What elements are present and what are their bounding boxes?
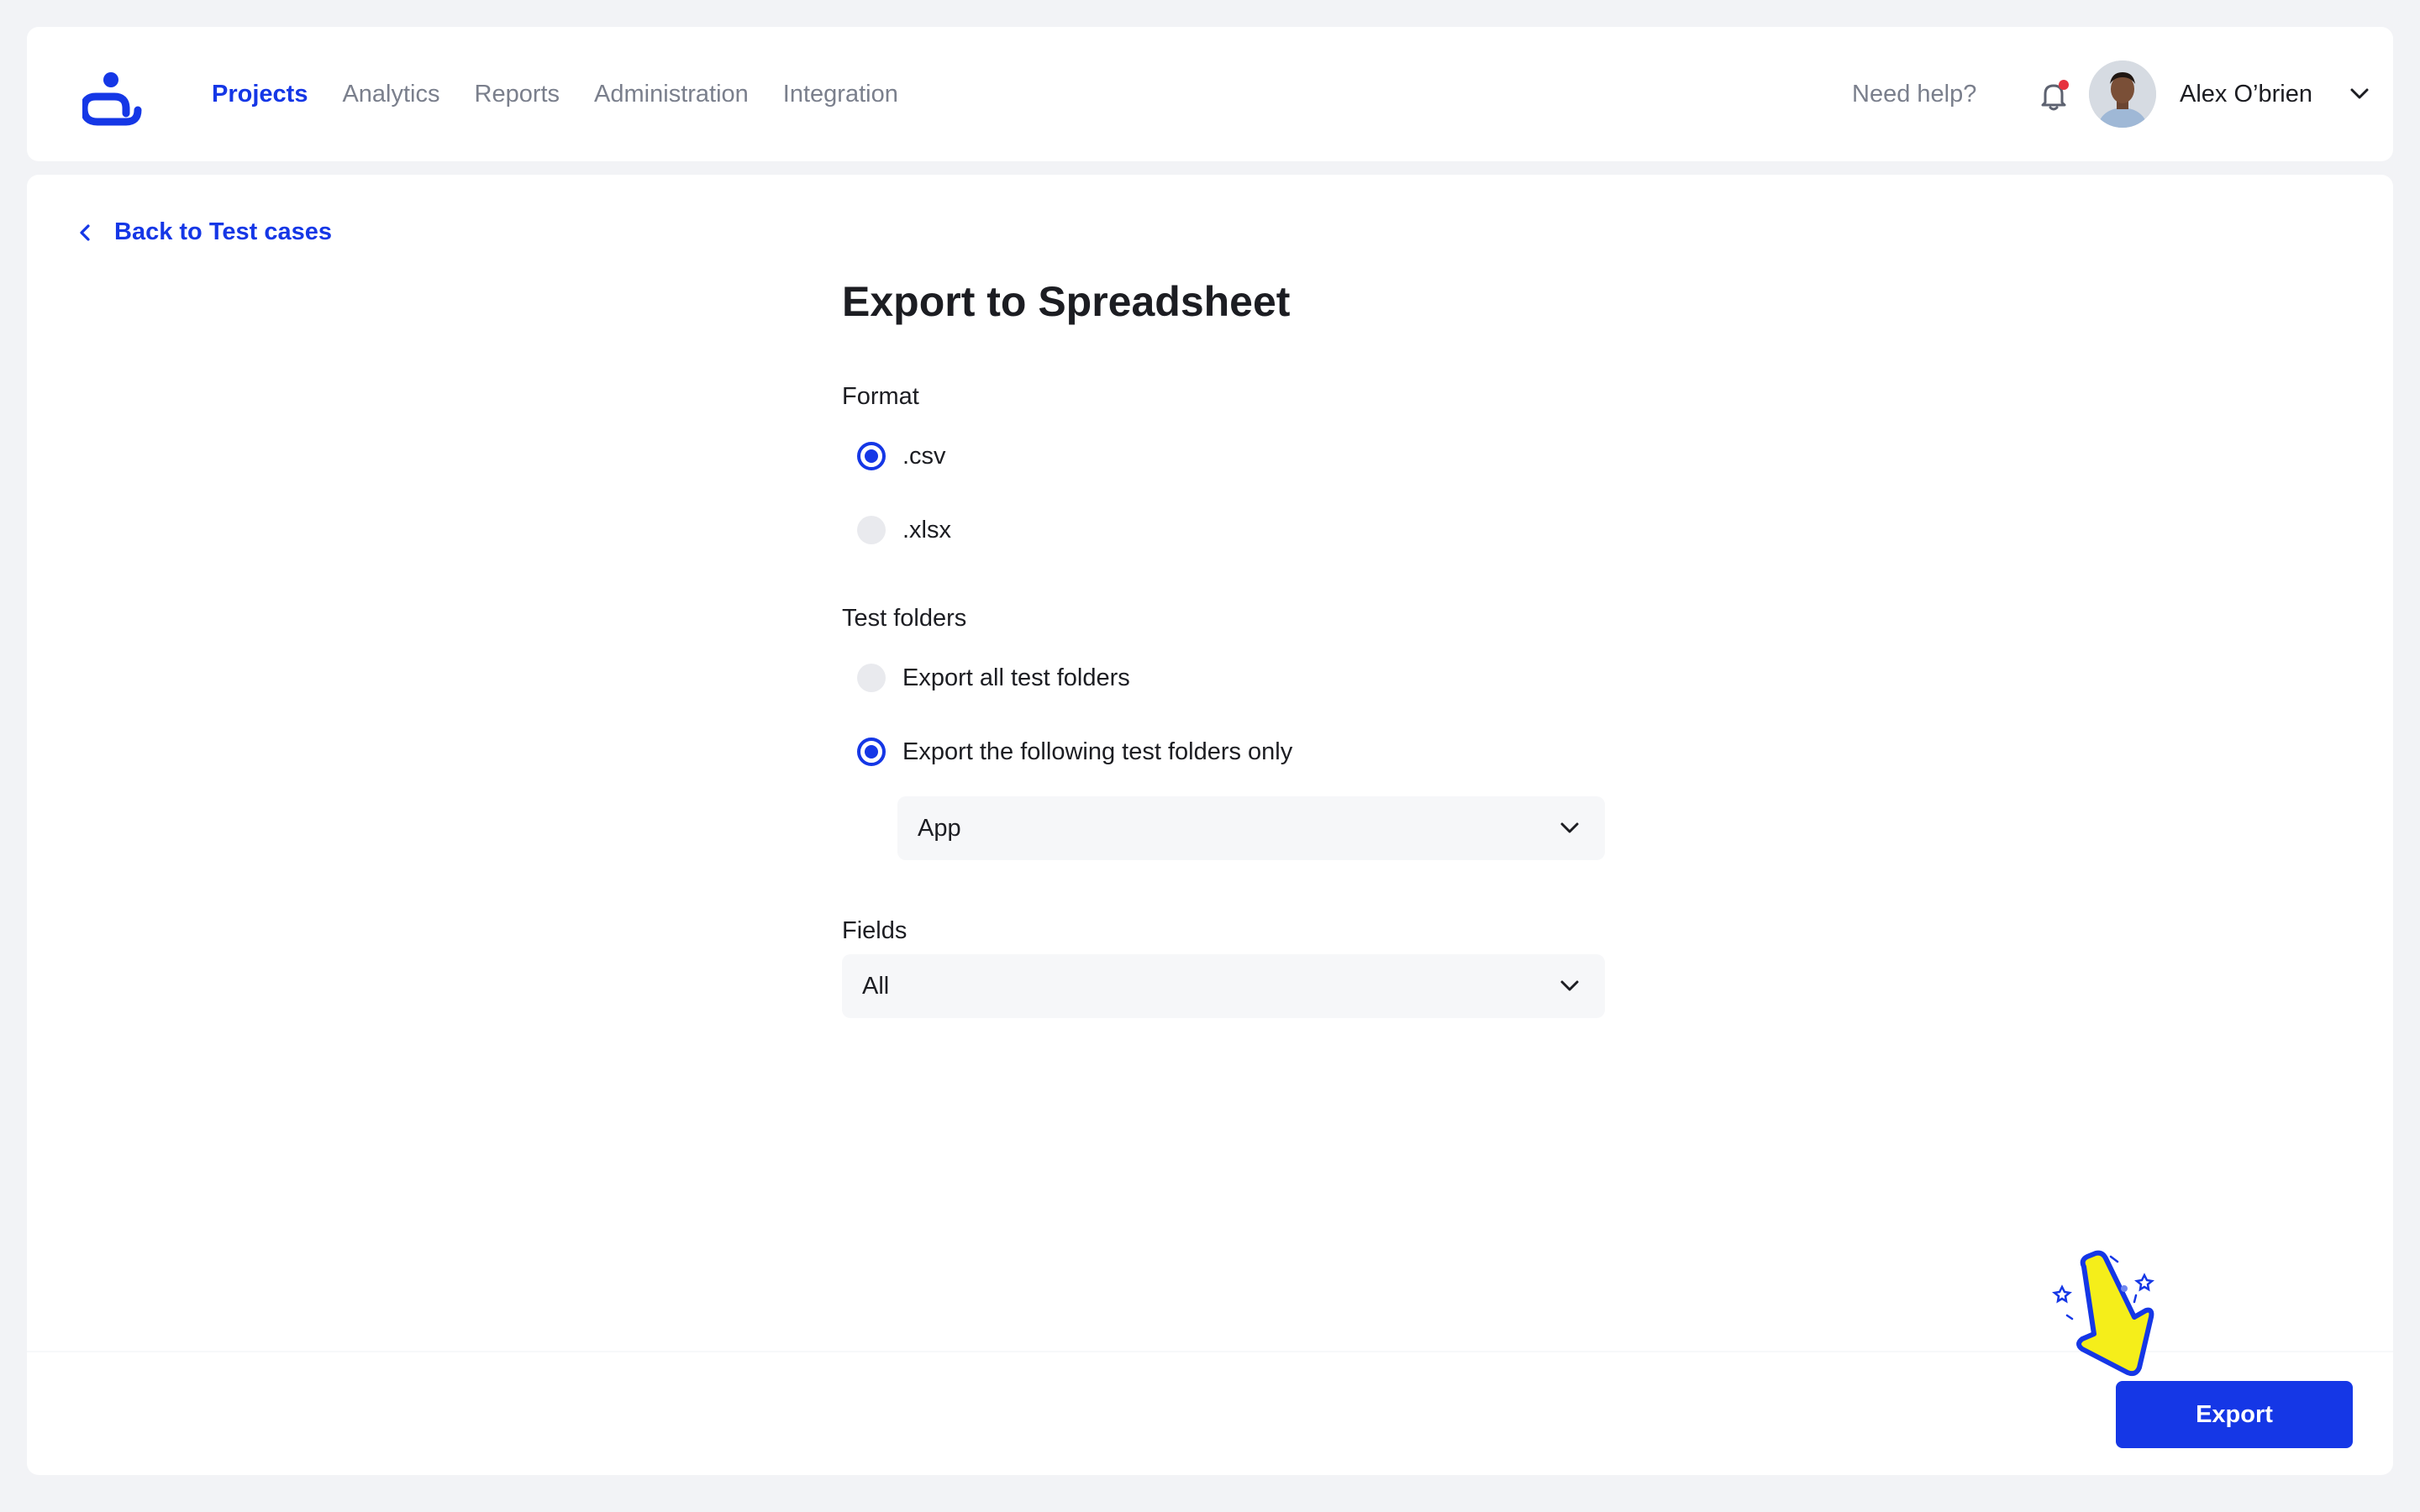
test-folders-option-all[interactable]: Export all test folders: [857, 664, 1130, 692]
top-header: Projects Analytics Reports Administratio…: [27, 27, 2393, 161]
notification-bell-icon[interactable]: [2033, 76, 2074, 116]
fields-label: Fields: [842, 917, 908, 944]
radio-button-checked[interactable]: [857, 442, 886, 470]
test-folders-option-selected[interactable]: Export the following test folders only: [857, 738, 1292, 766]
chevron-left-icon: [80, 223, 90, 241]
back-to-test-cases-link[interactable]: Back to Test cases: [74, 218, 332, 246]
test-folder-select-value: App: [918, 814, 961, 842]
user-avatar[interactable]: [2089, 60, 2156, 128]
export-button[interactable]: Export: [2116, 1381, 2353, 1448]
fields-select[interactable]: All: [842, 954, 1605, 1018]
test-folders-label: Test folders: [842, 605, 967, 632]
need-help-link[interactable]: Need help?: [1852, 27, 1976, 161]
nav-administration[interactable]: Administration: [594, 81, 749, 108]
page-title: Export to Spreadsheet: [842, 278, 1291, 325]
main-nav: Projects Analytics Reports Administratio…: [212, 27, 933, 161]
nav-analytics[interactable]: Analytics: [342, 81, 439, 108]
format-option-csv[interactable]: .csv: [857, 442, 946, 470]
export-selected-folders-label: Export the following test folders only: [902, 738, 1293, 765]
format-label: Format: [842, 383, 919, 410]
user-name[interactable]: Alex O’brien: [2180, 27, 2312, 161]
export-all-folders-label: Export all test folders: [902, 664, 1130, 691]
format-csv-label: .csv: [902, 442, 946, 470]
nav-reports[interactable]: Reports: [475, 81, 560, 108]
chevron-down-icon: [1560, 980, 1579, 991]
nav-integration[interactable]: Integration: [783, 81, 898, 108]
radio-button-unchecked[interactable]: [857, 664, 886, 692]
highlight-arrow-icon: [2052, 1250, 2154, 1377]
format-option-xlsx[interactable]: .xlsx: [857, 516, 951, 544]
app-logo-icon[interactable]: [82, 71, 166, 155]
chevron-down-icon: [1560, 822, 1579, 833]
test-folder-select[interactable]: App: [897, 796, 1605, 860]
chevron-down-icon[interactable]: [2348, 82, 2371, 106]
export-panel: Back to Test cases Export to Spreadsheet…: [27, 175, 2393, 1475]
radio-button-unchecked[interactable]: [857, 516, 886, 544]
radio-button-checked[interactable]: [857, 738, 886, 766]
nav-projects[interactable]: Projects: [212, 81, 308, 108]
fields-select-value: All: [862, 972, 890, 1000]
format-xlsx-label: .xlsx: [902, 516, 951, 543]
notification-dot: [2059, 80, 2069, 90]
back-link-label: Back to Test cases: [114, 218, 332, 245]
